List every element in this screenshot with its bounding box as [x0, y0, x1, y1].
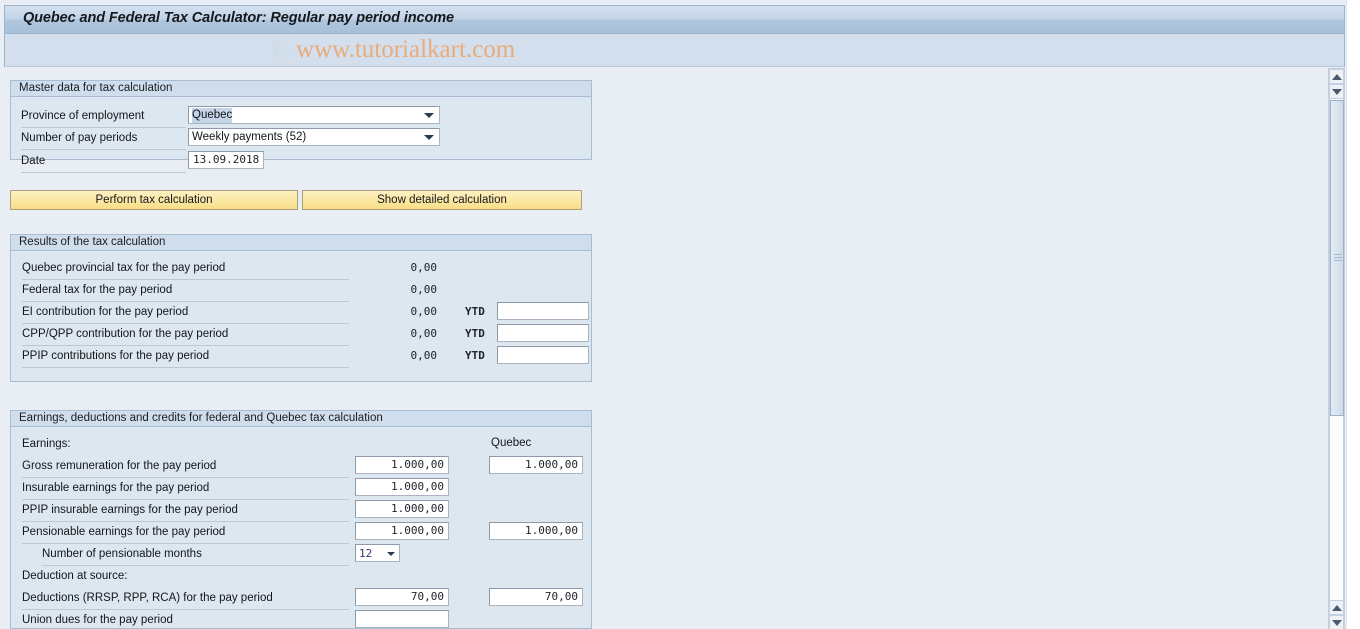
- gross-remuneration-federal-field[interactable]: 1.000,00: [355, 456, 449, 474]
- label-union-dues: Union dues for the pay period: [22, 613, 349, 629]
- value-ei-contribution: 0,00: [410, 305, 438, 318]
- label-deductions-rrsp-rpp-rca: Deductions (RRSP, RPP, RCA) for the pay …: [22, 591, 349, 610]
- ytd-cpp-qpp-field[interactable]: [497, 324, 589, 342]
- page-title: Quebec and Federal Tax Calculator: Regul…: [23, 10, 454, 26]
- province-of-employment-combo[interactable]: Quebec: [188, 106, 440, 124]
- number-of-pay-periods-value: Weekly payments (52): [192, 131, 307, 143]
- triangle-up-icon: [1331, 73, 1342, 80]
- triangle-down-icon: [1331, 88, 1342, 95]
- section-label-earnings: Earnings:: [22, 438, 71, 450]
- label-federal-tax: Federal tax for the pay period: [22, 283, 349, 302]
- pensionable-earnings-quebec-field[interactable]: 1.000,00: [489, 522, 583, 540]
- number-of-pensionable-months-value: 12: [359, 547, 373, 560]
- panel-results: Results of the tax calculation Quebec pr…: [10, 234, 592, 382]
- chevron-down-icon[interactable]: [424, 113, 434, 118]
- gross-remuneration-quebec-field[interactable]: 1.000,00: [489, 456, 583, 474]
- ppip-insurable-earnings-federal-field[interactable]: 1.000,00: [355, 500, 449, 518]
- panel-results-header: Results of the tax calculation: [11, 235, 591, 251]
- panel-master-data-title: Master data for tax calculation: [19, 82, 173, 94]
- title-subbar: [4, 34, 1345, 67]
- triangle-up-icon: [1331, 604, 1342, 611]
- panel-earnings: Earnings, deductions and credits for fed…: [10, 410, 592, 629]
- scrollbar-up-button-bottom[interactable]: [1329, 600, 1344, 615]
- value-ppip-contributions: 0,00: [410, 349, 438, 362]
- vertical-scrollbar[interactable]: [1328, 68, 1345, 629]
- deductions-quebec-field[interactable]: 70,00: [489, 588, 583, 606]
- chevron-down-icon[interactable]: [424, 135, 434, 140]
- sap-gui-window: Quebec and Federal Tax Calculator: Regul…: [0, 0, 1360, 629]
- show-detailed-calculation-button[interactable]: Show detailed calculation: [302, 190, 582, 210]
- value-federal-tax: 0,00: [410, 283, 438, 296]
- scrollbar-grip-icon: [1334, 254, 1342, 261]
- ytd-ei-field[interactable]: [497, 302, 589, 320]
- panel-master-data: Master data for tax calculation Province…: [10, 80, 592, 173]
- scrollbar-down-button-top[interactable]: [1329, 84, 1344, 99]
- panel-results-title: Results of the tax calculation: [19, 236, 166, 248]
- section-label-deduction-at-source: Deduction at source:: [22, 570, 128, 582]
- panel-master-data-header: Master data for tax calculation: [11, 81, 591, 97]
- label-insurable-earnings: Insurable earnings for the pay period: [22, 481, 349, 500]
- scrollbar-down-button-bottom[interactable]: [1329, 615, 1344, 629]
- label-number-of-pay-periods: Number of pay periods: [21, 131, 186, 150]
- ytd-ppip-field[interactable]: [497, 346, 589, 364]
- insurable-earnings-federal-field[interactable]: 1.000,00: [355, 478, 449, 496]
- value-quebec-provincial-tax: 0,00: [410, 261, 438, 274]
- deductions-federal-field[interactable]: 70,00: [355, 588, 449, 606]
- union-dues-federal-field[interactable]: [355, 610, 449, 628]
- label-ytd-ei: YTD: [465, 305, 485, 318]
- triangle-down-icon: [1331, 619, 1342, 626]
- scrollbar-thumb[interactable]: [1330, 100, 1344, 416]
- value-cpp-qpp-contribution: 0,00: [410, 327, 438, 340]
- pensionable-earnings-federal-field[interactable]: 1.000,00: [355, 522, 449, 540]
- label-province-of-employment: Province of employment: [21, 109, 186, 128]
- chevron-down-icon[interactable]: [387, 552, 395, 556]
- date-field[interactable]: 13.09.2018: [188, 151, 264, 169]
- perform-tax-calculation-button[interactable]: Perform tax calculation: [10, 190, 298, 210]
- label-date: Date: [21, 154, 186, 173]
- label-pensionable-earnings: Pensionable earnings for the pay period: [22, 525, 349, 544]
- label-ytd-ppip: YTD: [465, 349, 485, 362]
- column-header-quebec: Quebec: [491, 437, 532, 449]
- label-ei-contribution: EI contribution for the pay period: [22, 305, 349, 324]
- label-number-of-pensionable-months: Number of pensionable months: [42, 547, 349, 566]
- form-canvas: Master data for tax calculation Province…: [0, 68, 1322, 629]
- panel-earnings-title: Earnings, deductions and credits for fed…: [19, 412, 383, 424]
- label-ppip-contributions: PPIP contributions for the pay period: [22, 349, 349, 368]
- label-ytd-cpp-qpp: YTD: [465, 327, 485, 340]
- window-title-bar: Quebec and Federal Tax Calculator: Regul…: [4, 5, 1345, 34]
- scrollbar-up-button-top[interactable]: [1329, 69, 1344, 84]
- label-cpp-qpp-contribution: CPP/QPP contribution for the pay period: [22, 327, 349, 346]
- label-quebec-provincial-tax: Quebec provincial tax for the pay period: [22, 261, 349, 280]
- window-right-edge: [1346, 0, 1360, 629]
- label-ppip-insurable-earnings: PPIP insurable earnings for the pay peri…: [22, 503, 349, 522]
- number-of-pensionable-months-combo[interactable]: 12: [355, 544, 400, 562]
- number-of-pay-periods-combo[interactable]: Weekly payments (52): [188, 128, 440, 146]
- panel-earnings-header: Earnings, deductions and credits for fed…: [11, 411, 591, 427]
- province-of-employment-value: Quebec: [192, 108, 233, 123]
- label-gross-remuneration: Gross remuneration for the pay period: [22, 459, 349, 478]
